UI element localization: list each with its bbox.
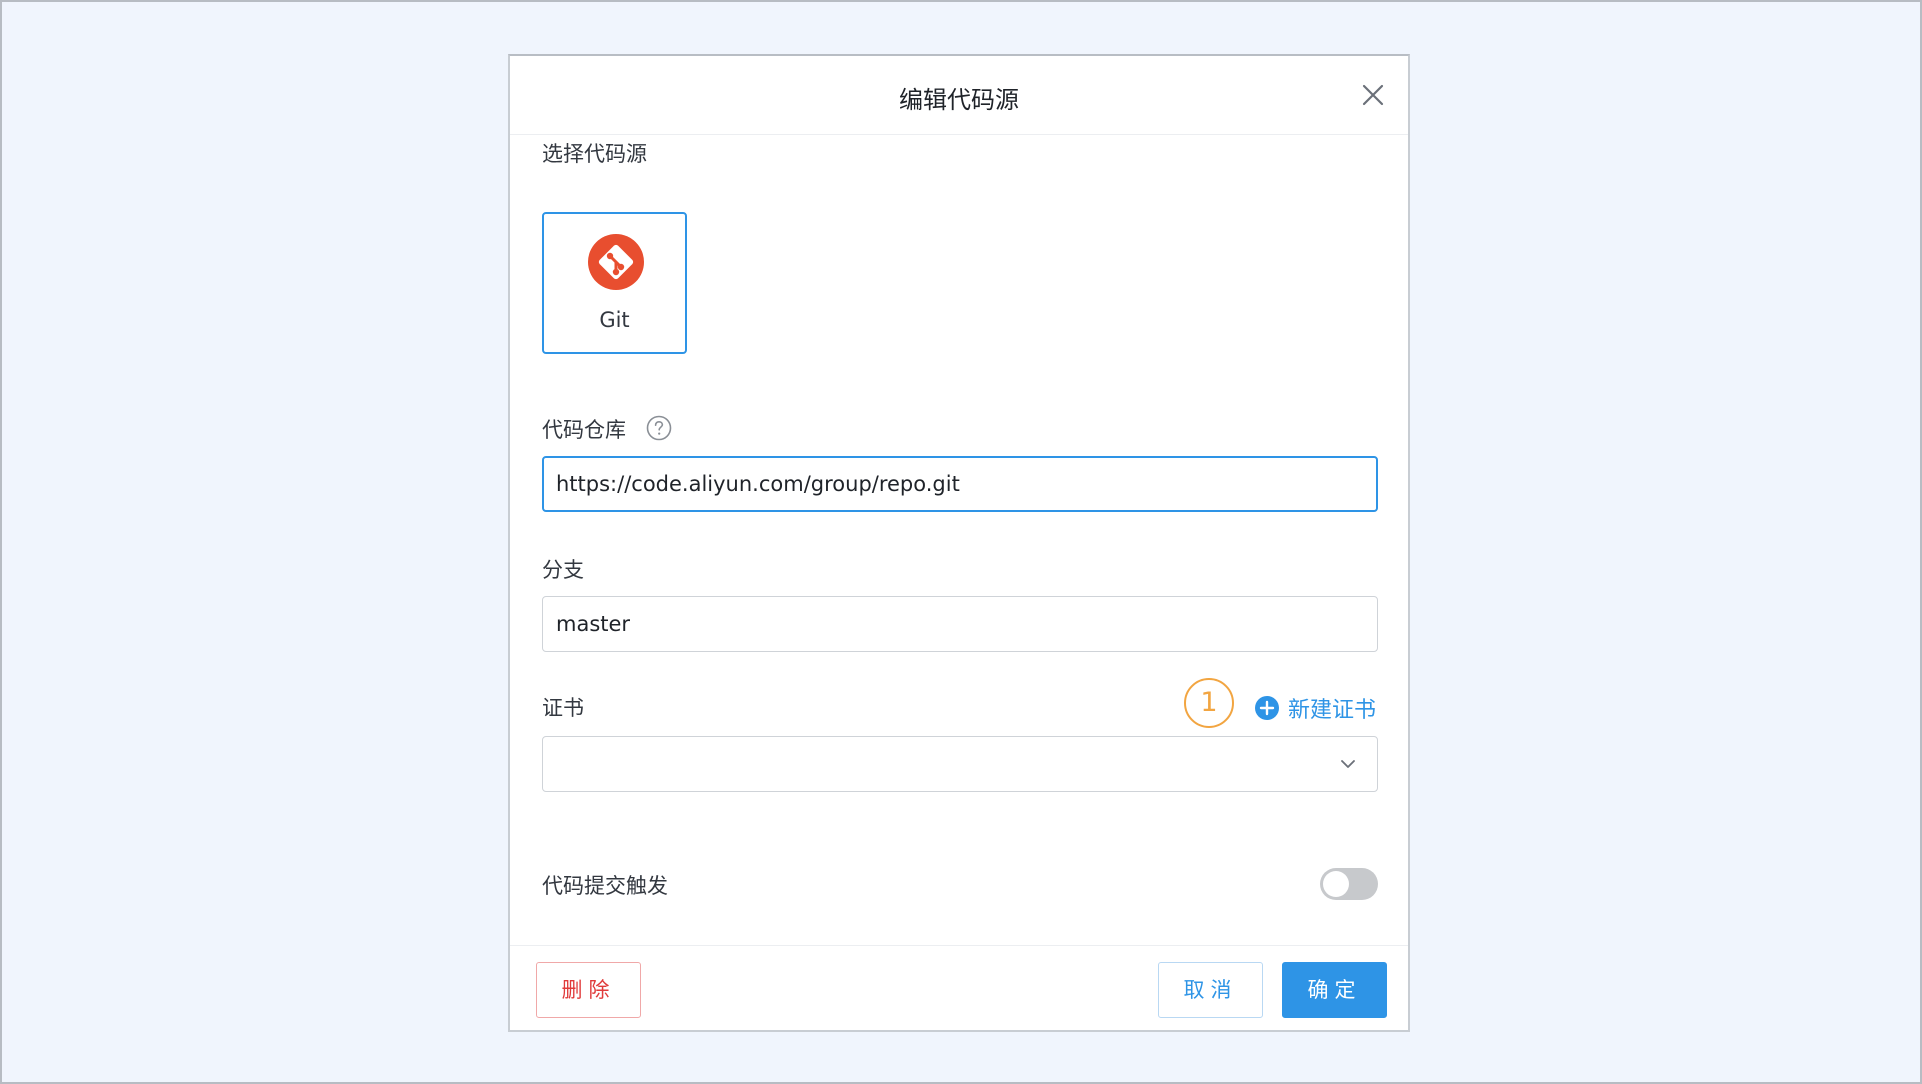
dialog-title: 编辑代码源 [899,86,1019,114]
branch-label: 分支 [542,558,584,582]
delete-button[interactable]: 删除 [536,962,641,1018]
git-icon [588,234,644,290]
toggle-knob [1323,871,1349,897]
new-cert-label: 新建证书 [1288,698,1377,723]
repo-url-input[interactable]: https://code.aliyun.com/group/repo.git [542,456,1378,512]
ok-button[interactable]: 确定 [1282,962,1387,1018]
cancel-button[interactable]: 取消 [1158,962,1263,1018]
edit-code-source-dialog: 编辑代码源 选择代码源 Git 代码仓库 https://code.aliyun… [508,54,1410,1032]
dialog-footer: 删除 取消 确定 [510,945,1408,1033]
dialog-header: 编辑代码源 [510,56,1408,135]
new-cert-link[interactable]: 新建证书 [1254,692,1376,724]
plus-circle-icon [1255,696,1279,720]
cert-label: 证书 [542,696,584,720]
commit-trigger-toggle[interactable] [1320,868,1378,900]
step-badge: 1 [1184,678,1234,728]
question-circle-icon[interactable] [646,415,672,441]
source-option-git[interactable]: Git [542,212,687,354]
repo-label: 代码仓库 [542,418,626,442]
chevron-down-icon [1341,760,1355,768]
cert-select[interactable] [542,736,1378,792]
source-option-label: Git [599,308,630,332]
trigger-label: 代码提交触发 [542,874,668,898]
close-icon[interactable] [1362,84,1384,106]
branch-input[interactable]: master [542,596,1378,652]
source-section-label: 选择代码源 [542,142,647,166]
